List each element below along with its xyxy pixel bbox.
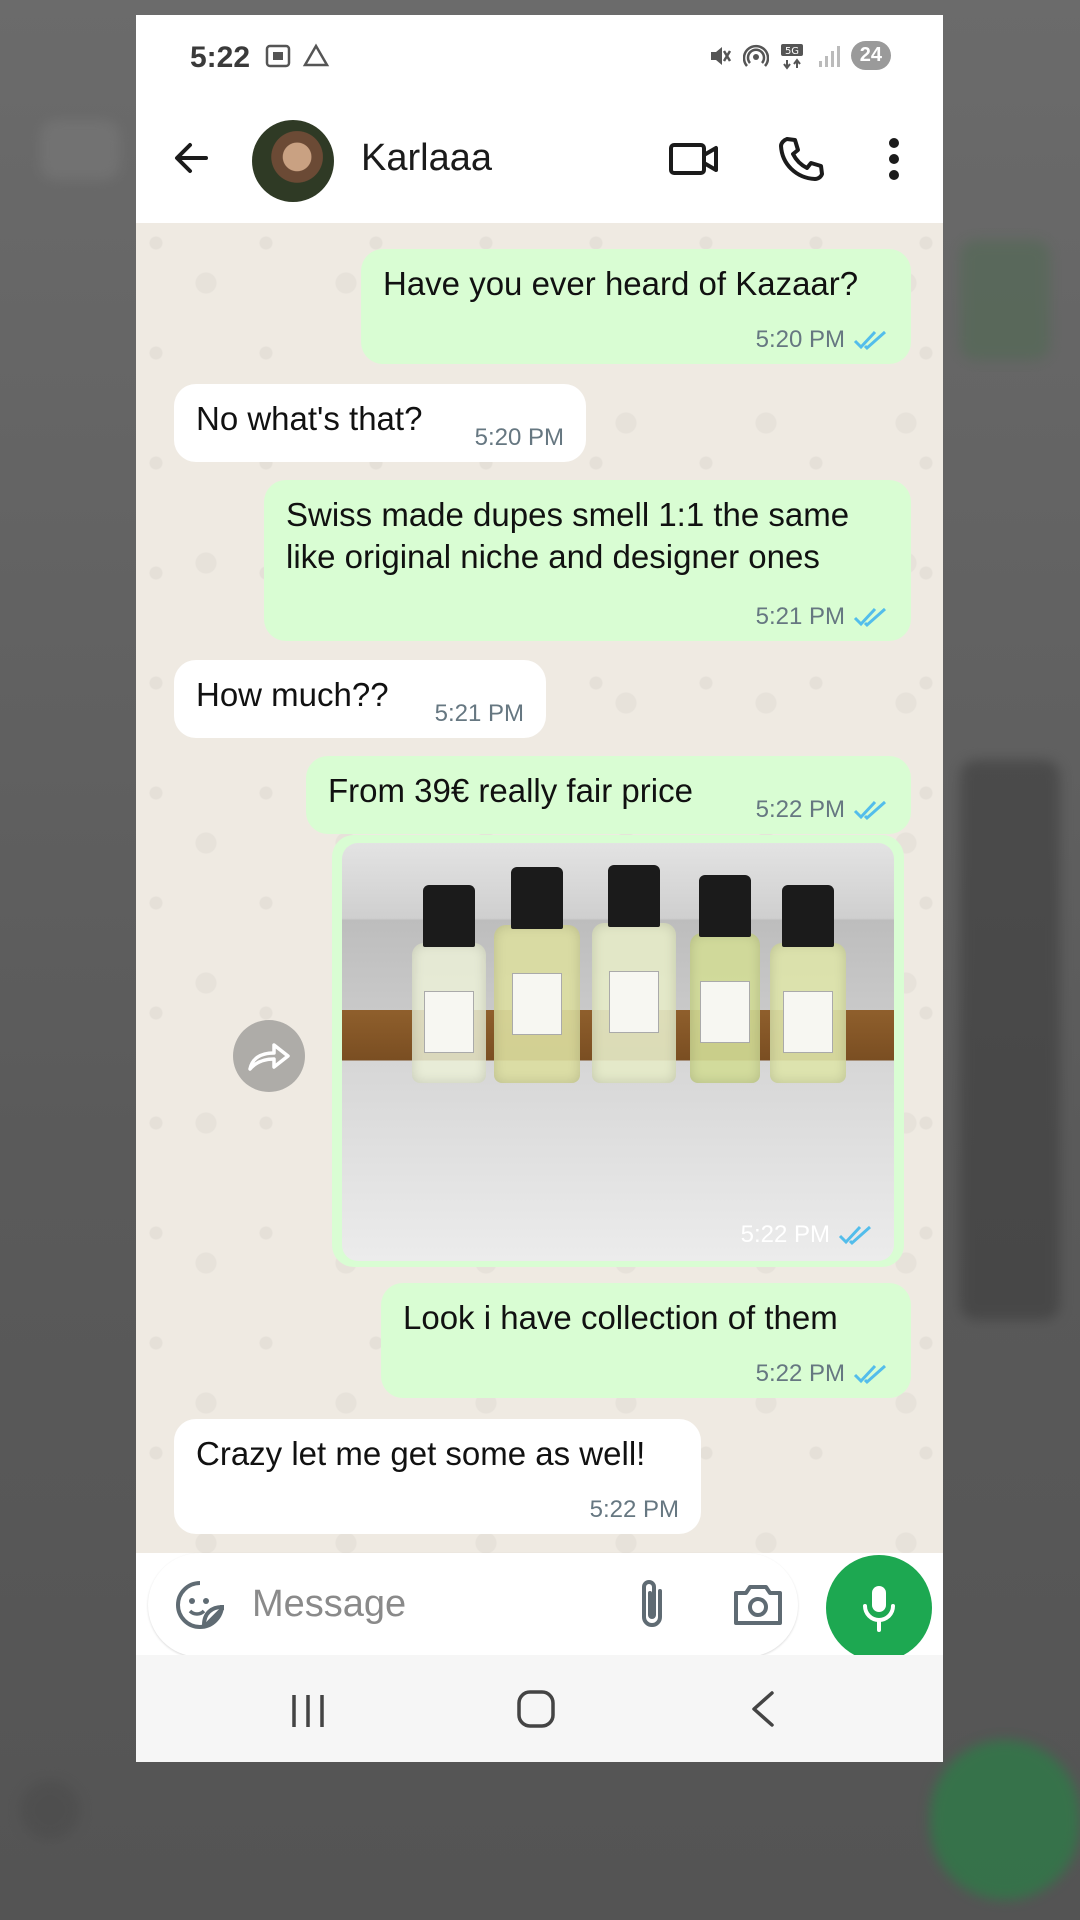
message-meta: 5:22 PM — [590, 1496, 679, 1524]
phone-call-icon[interactable] — [773, 131, 829, 187]
message-time: 5:22 PM — [755, 1360, 845, 1387]
drive-icon — [302, 43, 330, 67]
contact-avatar[interactable] — [252, 120, 334, 202]
nav-back-icon[interactable] — [748, 1689, 778, 1729]
message-text: Crazy let me get some as well! — [196, 1435, 646, 1472]
message-composer[interactable]: Message — [148, 1553, 798, 1657]
double-check-icon — [853, 330, 886, 351]
message-text: Have you ever heard of Kazaar? — [383, 265, 859, 302]
camera-icon[interactable] — [730, 1577, 786, 1633]
message-time: 5:20 PM — [474, 424, 564, 451]
voice-record-button[interactable] — [826, 1555, 932, 1661]
message-meta: 5:20 PM — [475, 424, 564, 452]
perfume-bottle — [494, 867, 580, 1083]
svg-text:5G: 5G — [785, 46, 799, 57]
hotspot-icon — [742, 44, 769, 67]
double-check-icon — [853, 800, 886, 821]
message-time: 5:20 PM — [755, 326, 845, 353]
message-meta: 5:22 PM — [741, 1221, 874, 1249]
message-input[interactable]: Message — [252, 1583, 406, 1626]
message-time: 5:21 PM — [434, 700, 524, 727]
message-meta: 5:20 PM — [756, 326, 889, 354]
message-outgoing[interactable]: Swiss made dupes smell 1:1 the same like… — [264, 480, 911, 641]
perfume-bottle — [412, 885, 486, 1083]
double-check-icon — [853, 607, 886, 628]
double-check-icon — [853, 1364, 886, 1385]
back-arrow-icon[interactable] — [166, 133, 216, 183]
screenshot-icon — [265, 44, 291, 68]
perfume-bottle — [592, 865, 676, 1083]
5g-icon: 5G — [780, 43, 803, 70]
message-outgoing[interactable]: Have you ever heard of Kazaar? 5:20 PM — [361, 249, 911, 364]
phone-screen: 5:22 5G 24 Karlaaa Have you ever heard o… — [136, 15, 943, 1762]
status-notification-icons — [264, 43, 330, 69]
status-bar: 5:22 5G 24 — [136, 15, 943, 95]
message-meta: 5:21 PM — [756, 603, 889, 631]
message-time: 5:21 PM — [755, 603, 845, 630]
forward-icon — [248, 1043, 290, 1071]
image-message[interactable]: 5:22 PM — [332, 835, 904, 1267]
message-meta: 5:22 PM — [756, 796, 889, 824]
mute-icon — [710, 46, 731, 65]
perfume-bottle — [690, 875, 760, 1083]
battery-level: 24 — [850, 41, 891, 70]
message-text: Swiss made dupes smell 1:1 the same like… — [286, 496, 850, 575]
status-system-icons: 5G 24 — [707, 41, 891, 70]
message-meta: 5:22 PM — [756, 1360, 889, 1388]
more-options-icon[interactable] — [866, 131, 922, 187]
sticker-icon[interactable] — [174, 1579, 226, 1631]
mic-icon — [863, 1586, 895, 1632]
double-check-icon — [838, 1225, 871, 1246]
signal-icon — [818, 45, 840, 67]
message-outgoing[interactable]: From 39€ really fair price 5:22 PM — [306, 756, 911, 834]
attach-icon[interactable] — [628, 1577, 678, 1633]
message-meta: 5:21 PM — [435, 700, 524, 728]
perfume-photo[interactable]: 5:22 PM — [342, 843, 894, 1261]
home-icon[interactable] — [516, 1689, 556, 1729]
message-text: Look i have collection of them — [403, 1299, 838, 1336]
message-time: 5:22 PM — [589, 1496, 679, 1523]
system-nav-bar — [136, 1655, 943, 1762]
message-incoming[interactable]: No what's that? 5:20 PM — [174, 384, 586, 462]
message-outgoing[interactable]: Look i have collection of them 5:22 PM — [381, 1283, 911, 1398]
perfume-bottle — [770, 885, 846, 1083]
forward-button[interactable] — [233, 1020, 305, 1092]
message-time: 5:22 PM — [755, 796, 845, 823]
message-incoming[interactable]: How much?? 5:21 PM — [174, 660, 546, 738]
chat-area[interactable]: Have you ever heard of Kazaar? 5:20 PM N… — [136, 223, 943, 1553]
contact-name[interactable]: Karlaaa — [361, 137, 492, 180]
recent-apps-icon[interactable] — [288, 1693, 328, 1729]
chat-header: Karlaaa — [136, 95, 943, 223]
message-incoming[interactable]: Crazy let me get some as well! 5:22 PM — [174, 1419, 701, 1534]
video-call-icon[interactable] — [666, 131, 722, 187]
message-time: 5:22 PM — [740, 1221, 830, 1248]
status-time: 5:22 — [190, 41, 251, 74]
